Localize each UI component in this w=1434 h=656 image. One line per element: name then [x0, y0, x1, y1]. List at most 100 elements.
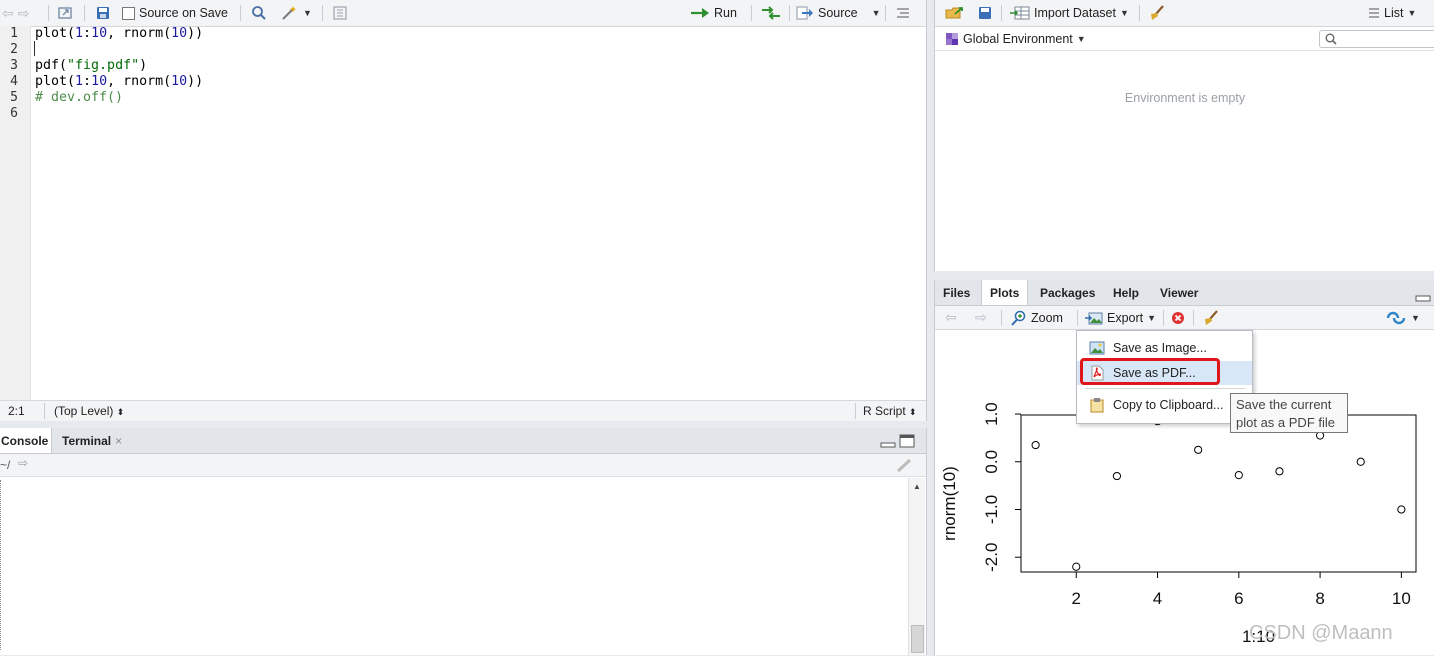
line-number: 5 — [10, 90, 18, 105]
code-token: 10 — [91, 74, 108, 89]
watermark: CSDN @Maann — [1249, 622, 1393, 644]
environment-toolbar: Import Dataset ▼ List ▼ — [935, 0, 1434, 27]
save-icon[interactable] — [95, 0, 111, 26]
tab-viewer[interactable]: Viewer — [1152, 280, 1206, 305]
tab-help[interactable]: Help — [1105, 280, 1147, 305]
code-line: # dev.off() — [35, 90, 123, 106]
line-number: 6 — [10, 106, 18, 121]
go-to-directory-icon[interactable]: ⇨ — [18, 456, 28, 470]
tooltip-line-2: plot as a PDF file — [1236, 415, 1335, 430]
tab-help-label: Help — [1113, 285, 1140, 300]
plot-frame — [1020, 414, 1417, 573]
import-dataset-label: Import Dataset — [1034, 6, 1116, 20]
code-token: : — [83, 26, 92, 41]
code-tools-wand-icon[interactable]: ▼ — [281, 0, 312, 26]
tab-files[interactable]: Files — [935, 280, 978, 305]
zoom-button[interactable]: Zoom — [1011, 306, 1063, 329]
back-arrow-icon[interactable]: ⇦ ⇨ — [2, 0, 29, 26]
load-workspace-icon[interactable] — [945, 0, 965, 26]
broom-icon[interactable] — [1148, 0, 1166, 26]
tab-packages[interactable]: Packages — [1032, 280, 1103, 305]
copy-to-clipboard-menu-item[interactable]: Copy to Clipboard... — [1077, 393, 1252, 417]
code-token: # dev.off() — [35, 90, 124, 105]
code-token: 10 — [171, 74, 188, 89]
close-icon[interactable]: × — [115, 434, 122, 448]
export-button[interactable]: Export ▼ — [1085, 306, 1156, 329]
code-token: 1 — [75, 74, 84, 89]
document-outline-icon[interactable] — [333, 0, 347, 26]
text-cursor — [34, 41, 35, 56]
tab-terminal[interactable]: Terminal × — [54, 428, 130, 453]
console-scrollbar[interactable]: ▲ — [908, 478, 925, 655]
tab-plots[interactable]: Plots — [981, 280, 1029, 305]
clear-all-plots-broom-icon[interactable] — [1202, 306, 1220, 329]
view-mode-dropdown[interactable]: List ▼ — [1368, 0, 1416, 26]
source-button[interactable]: Source ▼ — [796, 0, 881, 26]
global-environment-dropdown[interactable]: Global Environment ▼ — [945, 27, 1086, 50]
code-token: )) — [187, 74, 204, 89]
y-tick-label: 0.0 — [982, 450, 1001, 474]
minimize-icon[interactable] — [1415, 292, 1431, 306]
code-token: plot( — [35, 74, 76, 89]
tooltip: Save the current plot as a PDF file — [1230, 393, 1348, 433]
scope-selector[interactable]: (Top Level) ⬍ — [54, 404, 124, 418]
search-icon[interactable] — [251, 0, 267, 26]
run-button[interactable]: Run — [690, 0, 737, 26]
publish-icon[interactable]: ▼ — [1385, 306, 1420, 329]
data-point — [1397, 505, 1406, 514]
previous-plot-icon[interactable]: ⇦ — [945, 306, 957, 329]
global-environment-label: Global Environment — [963, 31, 1073, 46]
environment-search-input[interactable] — [1319, 30, 1434, 48]
console-pane: Console Terminal × ~/ ⇨ ▲ — [0, 428, 927, 655]
save-as-image-menu-item[interactable]: Save as Image... — [1077, 336, 1252, 360]
code-token: , rnorm( — [107, 74, 172, 89]
y-tick-label: -1.0 — [982, 495, 1001, 524]
plots-toolbar: ⇦ ⇨ Zoom Export ▼ ▼ — [935, 306, 1434, 330]
minimize-icon[interactable] — [880, 436, 896, 451]
code-area[interactable]: plot(1:10, rnorm(10)) pdf("fig.pdf") plot(… — [31, 26, 926, 401]
line-number: 1 — [10, 26, 18, 41]
source-on-save-checkbox[interactable]: Source on Save — [122, 0, 228, 26]
menu-divider — [1085, 388, 1245, 389]
data-point — [1112, 471, 1122, 481]
code-line: plot(1:10, rnorm(10)) — [35, 26, 203, 42]
data-point — [1356, 457, 1365, 466]
save-workspace-icon[interactable] — [977, 0, 993, 26]
environment-pane: Import Dataset ▼ List ▼ Global Environme… — [934, 0, 1434, 271]
console-path-bar: ~/ ⇨ — [0, 454, 926, 477]
import-dataset-button[interactable]: Import Dataset ▼ — [1010, 0, 1129, 26]
source-label: Source — [818, 6, 858, 20]
view-mode-label: List — [1384, 6, 1404, 20]
search-icon — [1325, 33, 1337, 45]
show-in-window-icon[interactable] — [57, 0, 73, 26]
tab-console[interactable]: Console — [0, 428, 52, 453]
maximize-icon[interactable] — [899, 434, 915, 451]
console-output[interactable] — [0, 480, 7, 650]
lines-menu-icon[interactable] — [896, 0, 910, 26]
line-number: 4 — [10, 74, 18, 89]
next-plot-icon[interactable]: ⇨ — [975, 306, 987, 329]
file-type-selector[interactable]: R Script ⬍ — [863, 404, 917, 418]
line-number: 2 — [10, 42, 18, 57]
save-as-image-label: Save as Image... — [1113, 341, 1207, 355]
export-menu: Save as Image... Save as PDF... Copy to … — [1076, 330, 1253, 424]
export-icon — [1085, 312, 1103, 324]
rerun-icon[interactable] — [760, 0, 782, 26]
code-token: ) — [139, 58, 148, 73]
data-point — [1194, 445, 1203, 454]
clear-console-icon[interactable] — [895, 457, 913, 476]
code-line: pdf("fig.pdf") — [35, 58, 147, 74]
environment-scope-bar: Global Environment ▼ — [935, 27, 1434, 51]
code-token: 10 — [91, 26, 108, 41]
scope-label: (Top Level) — [54, 404, 114, 418]
code-token: 10 — [171, 26, 188, 41]
data-point — [1031, 440, 1040, 450]
editor-toolbar: ⇦ ⇨ Source on Save ▼ Run Source ▼ — [0, 0, 926, 27]
line-number: 3 — [10, 58, 18, 73]
plots-tab-bar: Files Plots Packages Help Viewer — [935, 280, 1434, 306]
tooltip-line-1: Save the current — [1236, 397, 1332, 412]
code-token: pdf( — [35, 58, 68, 73]
remove-plot-icon[interactable] — [1171, 306, 1185, 329]
x-tick-label: 8 — [1315, 589, 1324, 608]
x-tick-label: 4 — [1153, 589, 1162, 608]
